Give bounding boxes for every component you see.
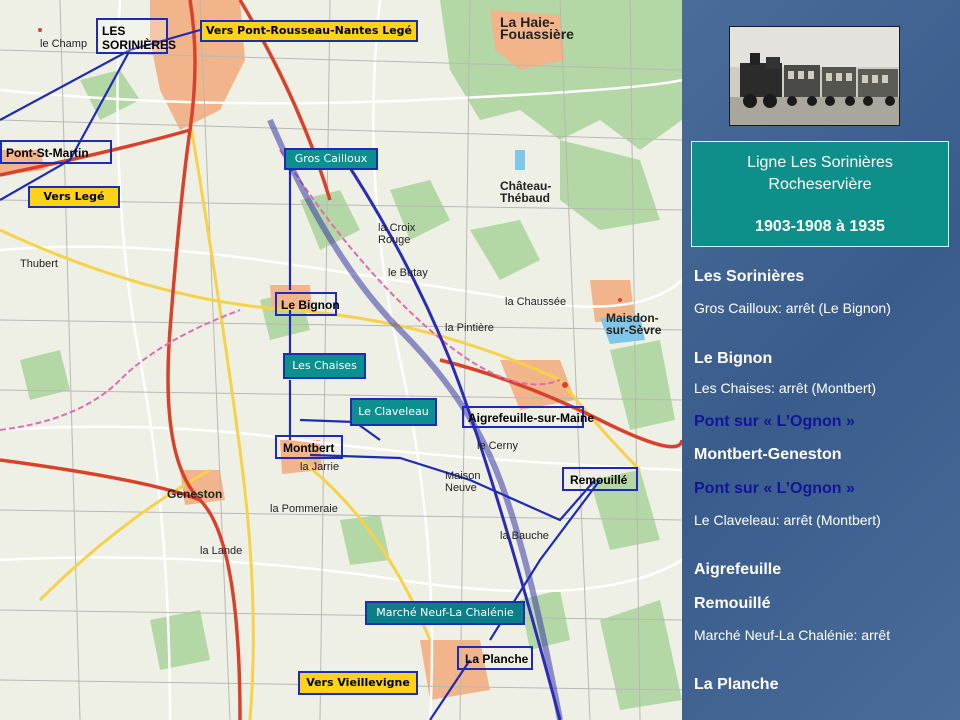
line-title: Ligne Les Sorinières Rocheservière: [747, 154, 893, 193]
station-label-pont-st-martin: Pont-St-Martin: [6, 146, 89, 160]
place-le-butay: le Butay: [388, 267, 428, 279]
town-chateau-thebaud: Château- Thébaud: [500, 179, 552, 205]
place-la-croix-rouge: la Croix Rouge: [378, 222, 416, 246]
tag-gros-cailloux: Gros Cailloux: [284, 148, 378, 170]
station-label-la-planche: La Planche: [465, 652, 529, 666]
train-photo: [729, 26, 900, 126]
stop-item: Le Bignon: [694, 350, 773, 367]
road-map: La Haie- Fouassière Château- Thébaud Mai…: [0, 0, 682, 720]
stop-item: Marché Neuf-La Chalénie: arrêt: [694, 627, 891, 643]
stop-item: Gros Cailloux: arrêt (Le Bignon): [694, 300, 891, 316]
stop-item: Les Sorinières: [694, 268, 805, 285]
station-box-aigrefeuille: Aigrefeuille-sur-Maine: [462, 406, 594, 428]
place-le-champ: le Champ: [40, 38, 88, 50]
stop-item: Pont sur « L’Ognon »: [694, 413, 855, 430]
station-label-sorinieres: LES SORINIÈRES: [102, 24, 177, 52]
stop-item: La Planche: [694, 676, 779, 693]
tag-marche-neuf: Marché Neuf-La Chalénie: [365, 601, 525, 625]
tag-vers-pont-rousseau: Vers Pont-Rousseau-Nantes Legé: [200, 20, 418, 42]
station-label-montbert: Montbert: [283, 441, 335, 455]
stop-item: Remouillé: [694, 595, 771, 612]
place-la-pommeraie: la Pommeraie: [270, 503, 338, 515]
town-maisdon: Maisdon- sur-Sèvre: [606, 311, 662, 337]
line-years: 1903-1908 à 1935: [755, 218, 885, 235]
place-la-lande: la Lande: [200, 545, 243, 557]
line-title-box: Ligne Les Sorinières Rocheservière 1903-…: [691, 141, 949, 247]
station-box-le-bignon: Le Bignon: [275, 292, 340, 316]
town-la-haie: La Haie- Fouassière: [500, 14, 574, 42]
place-la-bauche: la Bauche: [500, 530, 549, 542]
station-box-sorinieres: LES SORINIÈRES: [96, 18, 177, 54]
station-label-aigrefeuille: Aigrefeuille-sur-Maine: [468, 411, 595, 425]
station-box-pont-st-martin: Pont-St-Martin: [0, 140, 112, 164]
place-maison-neuve: Maison Neuve: [445, 470, 481, 494]
stop-item: Le Claveleau: arrêt (Montbert): [694, 512, 881, 528]
stop-item: Montbert-Geneston: [694, 446, 842, 463]
tag-les-chaises: Les Chaises: [283, 353, 366, 379]
station-box-la-planche: La Planche: [457, 646, 533, 670]
station-label-le-bignon: Le Bignon: [281, 298, 340, 312]
station-box-remouille: Remouillé: [562, 467, 638, 491]
place-la-jarrie: la Jarrie: [300, 461, 340, 473]
place-la-chaussee: la Chaussée: [505, 296, 567, 308]
stop-item: Pont sur « L’Ognon »: [694, 480, 855, 497]
town-geneston: Geneston: [167, 487, 223, 501]
tag-le-claveleau: Le Claveleau: [350, 398, 437, 426]
station-label-remouille: Remouillé: [570, 473, 628, 487]
station-box-montbert: Montbert: [275, 435, 343, 459]
stop-item: Les Chaises: arrêt (Montbert): [694, 380, 877, 396]
stop-item: Aigrefeuille: [694, 561, 782, 578]
place-la-pintiere: la Pintière: [445, 322, 494, 334]
place-thubert: Thubert: [20, 258, 58, 270]
tag-vers-lege: Vers Legé: [28, 186, 120, 208]
place-le-cerny: le Cerny: [477, 440, 518, 452]
steam-train-image: [730, 27, 899, 125]
tag-vers-vieillevigne: Vers Vieillevigne: [298, 671, 418, 695]
